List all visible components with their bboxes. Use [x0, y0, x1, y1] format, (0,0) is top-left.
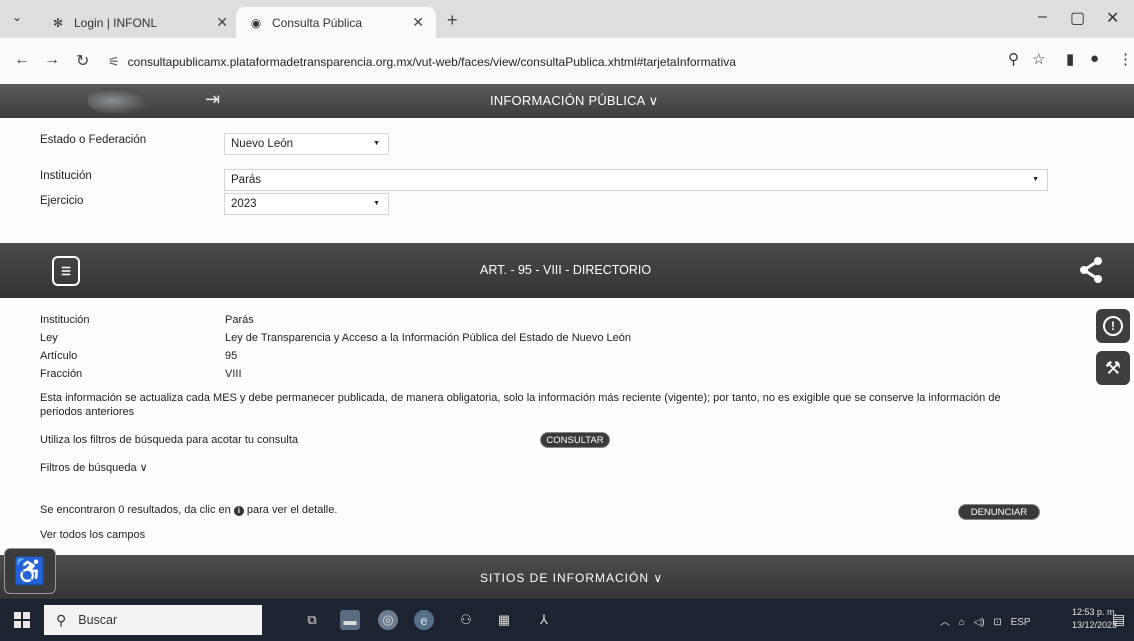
new-tab-icon[interactable]: + — [447, 10, 458, 31]
office-icon[interactable]: ▦ — [494, 610, 514, 630]
windows-taskbar: ⚲ Buscar ⧉ ▬ ◎ e ⚇ ▦ ⅄ ︿ ⌂ ◁) ⊡ ESP 12:5… — [0, 599, 1134, 641]
tab-search-menu-icon[interactable]: ⌄ — [12, 10, 22, 24]
browser-tab-strip: ⌄ ✻ Login | INFONL ✕ ◉ Consulta Pública … — [0, 0, 1134, 38]
profile-icon[interactable]: ● — [1090, 50, 1099, 67]
restore-icon[interactable]: ▢ — [1070, 8, 1085, 28]
back-icon[interactable]: ← — [14, 51, 30, 69]
tab-title: Consulta Pública — [272, 15, 363, 30]
denunciar-button[interactable]: DENUNCIAR — [958, 504, 1040, 520]
tab-title: Login | INFONL — [74, 15, 158, 30]
section-title: ART. - 95 - VIII - DIRECTORIO — [480, 263, 652, 277]
chevron-down-icon: ▼ — [1032, 176, 1039, 183]
minimize-icon[interactable]: – — [1038, 8, 1047, 26]
consultar-button[interactable]: CONSULTAR — [540, 432, 610, 448]
info-ley-label: Ley — [40, 332, 58, 344]
info-institucion-value: Parás — [225, 314, 254, 326]
address-bar: ← → ↻ ⚟ consultapublicamx.plataformadetr… — [0, 38, 1134, 84]
url-text: consultapublicamx.plataformadetransparen… — [127, 55, 736, 69]
contact-book-icon: ☰ — [52, 256, 80, 286]
info-fraccion-value: VIII — [225, 368, 242, 380]
close-window-icon[interactable]: ✕ — [1106, 8, 1119, 28]
estado-value: Nuevo León — [231, 138, 294, 150]
forward-icon[interactable]: → — [44, 51, 60, 69]
ver-todos-link[interactable]: Ver todos los campos — [40, 529, 145, 541]
ejercicio-select[interactable]: 2023 ▼ — [224, 193, 389, 215]
browser-menu-icon[interactable]: ⋮ — [1118, 50, 1133, 68]
info-icon[interactable]: i — [233, 506, 244, 516]
info-institucion-label: Institución — [40, 314, 90, 326]
system-tray: ︿ ⌂ ◁) ⊡ ESP — [940, 613, 1031, 628]
tab-login-infonl[interactable]: ✻ Login | INFONL ✕ — [50, 7, 240, 38]
network-icon[interactable]: ⌂ — [959, 617, 965, 628]
results-suffix: para ver el detalle. — [246, 504, 338, 516]
ime-icon[interactable]: ⊡ — [993, 617, 1001, 628]
info-fraccion-label: Fracción — [40, 368, 83, 380]
close-tab-icon[interactable]: ✕ — [216, 14, 228, 31]
informacion-publica-menu[interactable]: INFORMACIÓN PÚBLICA ∨ — [490, 93, 658, 109]
infonl-favicon-icon: ✻ — [52, 15, 64, 30]
globe-favicon-icon: ◉ — [250, 15, 262, 30]
reload-icon[interactable]: ↻ — [76, 51, 89, 71]
taskbar-search[interactable]: ⚲ Buscar — [44, 605, 262, 635]
exit-icon[interactable]: ⇥ — [205, 89, 220, 110]
site-footer-bar: SITIOS DE INFORMACIÓN ∨ — [0, 555, 1134, 599]
notifications-icon[interactable]: ▤ — [1112, 611, 1125, 628]
side-panel-icon[interactable]: ▮ — [1066, 50, 1074, 68]
section-header: ☰ ART. - 95 - VIII - DIRECTORIO — [0, 243, 1134, 298]
update-note: Esta información se actualiza cada MES y… — [40, 392, 1001, 418]
site-settings-icon[interactable]: ⚟ — [108, 54, 120, 70]
results-prefix: Se encontraron 0 resultados, da clic en — [40, 504, 231, 516]
site-top-bar: ⇥ INFORMACIÓN PÚBLICA ∨ — [0, 84, 1134, 118]
windows-start-icon[interactable] — [14, 612, 30, 628]
institucion-label: Institución — [40, 170, 92, 182]
teams-icon[interactable]: ⚇ — [456, 610, 476, 630]
wrench-icon[interactable]: ⚒ — [1096, 351, 1130, 385]
search-icon: ⚲ — [56, 611, 67, 628]
info-articulo-label: Artículo — [40, 350, 78, 362]
results-message: Se encontraron 0 resultados, da clic en … — [40, 504, 337, 516]
filtros-toggle[interactable]: Filtros de búsqueda ∨ — [40, 461, 148, 474]
chevron-up-icon[interactable]: ︿ — [940, 617, 950, 628]
zoom-icon[interactable]: ⚲ — [1008, 50, 1019, 68]
speaker-icon[interactable]: ◁) — [974, 617, 985, 628]
sitios-informacion-menu[interactable]: SITIOS DE INFORMACIÓN ∨ — [480, 571, 663, 585]
url-input[interactable]: ⚟ consultapublicamx.plataformadetranspar… — [108, 49, 988, 75]
accessibility-icon[interactable]: ♿ — [4, 548, 56, 594]
estado-label: Estado o Federación — [40, 134, 147, 146]
clock-time: 12:53 p. m. — [1072, 607, 1118, 617]
estado-select[interactable]: Nuevo León ▼ — [224, 133, 389, 155]
site-logo[interactable] — [88, 88, 148, 114]
institucion-value: Parás — [231, 174, 262, 186]
chevron-down-icon: ▼ — [373, 140, 380, 147]
acrobat-icon[interactable]: ⅄ — [534, 610, 554, 630]
share-icon[interactable] — [1078, 256, 1104, 284]
alert-icon[interactable]: ! — [1096, 309, 1130, 343]
info-articulo-value: 95 — [225, 350, 238, 362]
language-indicator[interactable]: ESP — [1011, 617, 1031, 628]
chevron-down-icon: ▼ — [373, 200, 380, 207]
taskbar-clock[interactable]: 12:53 p. m. 13/12/2023 — [1072, 606, 1117, 632]
institucion-select[interactable]: Parás ▼ — [224, 169, 1048, 191]
bookmark-star-icon[interactable]: ☆ — [1032, 50, 1045, 68]
search-hint: Utiliza los filtros de búsqueda para aco… — [40, 434, 299, 446]
ejercicio-value: 2023 — [231, 198, 257, 210]
edge-icon[interactable]: e — [414, 610, 434, 630]
file-explorer-icon[interactable]: ▬ — [340, 610, 360, 630]
clock-date: 13/12/2023 — [1072, 620, 1118, 630]
task-view-icon[interactable]: ⧉ — [302, 610, 322, 630]
tab-consulta-publica[interactable]: ◉ Consulta Pública ✕ — [236, 7, 436, 38]
taskbar-search-placeholder: Buscar — [78, 613, 118, 627]
close-tab-icon[interactable]: ✕ — [412, 14, 424, 31]
chrome-icon[interactable]: ◎ — [378, 610, 398, 630]
ejercicio-label: Ejercicio — [40, 195, 84, 207]
info-ley-value: Ley de Transparencia y Acceso a la Infor… — [225, 332, 632, 344]
